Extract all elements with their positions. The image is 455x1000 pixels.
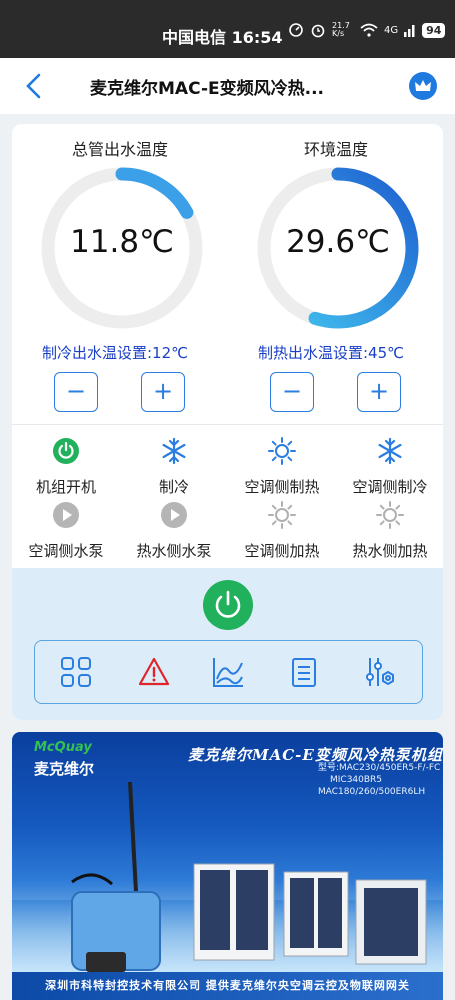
status-label: 热水侧水泵 — [136, 542, 212, 560]
grid-icon[interactable] — [59, 655, 93, 689]
chart-icon[interactable] — [211, 655, 245, 689]
settings-sliders-icon[interactable] — [363, 655, 397, 689]
play-icon — [161, 502, 187, 528]
alarm-clock-icon — [311, 24, 325, 38]
banner-models: 型号:MAC230/450ER5-F/-FC MIC340BR5 MAC180/… — [318, 762, 440, 798]
status-ac-heating: 空调侧制热 — [227, 436, 337, 497]
sun-icon — [376, 501, 404, 529]
banner-footer: 深圳市科特封控技术有限公司 提供麦克维尔央空调云控及物联网网关 — [12, 972, 443, 1000]
status-unit-on: 机组开机 — [12, 436, 121, 497]
sun-icon — [268, 437, 296, 465]
status-icons: 21.7 K/s 4G 94 — [288, 21, 446, 38]
status-label: 机组开机 — [35, 478, 96, 496]
cooling-decrease-button[interactable]: − — [54, 372, 98, 412]
brand-logo-en: McQuay — [34, 740, 92, 755]
power-icon — [215, 590, 241, 618]
function-toolbar — [34, 640, 423, 704]
wifi-icon — [360, 23, 378, 37]
status-label: 空调侧制热 — [244, 478, 320, 496]
model-line: 型号:MAC230/450ER5-F/-FC — [318, 763, 441, 773]
status-ac-pump: 空调侧水泵 — [12, 500, 121, 561]
status-label: 空调侧水泵 — [28, 542, 104, 560]
warning-icon[interactable] — [137, 655, 171, 689]
battery-indicator: 94 — [422, 22, 446, 38]
gauge-value-ambient-temp: 29.6℃ — [286, 224, 390, 260]
vip-crown-button[interactable] — [409, 72, 437, 100]
play-icon — [53, 502, 79, 528]
status-hotwater-pump: 热水侧水泵 — [119, 500, 229, 561]
status-label: 空调侧加热 — [244, 542, 320, 560]
status-label: 制冷 — [158, 478, 189, 496]
model-line: MAC180/260/500ER6LH — [318, 787, 426, 797]
crown-icon — [415, 80, 431, 91]
status-label: 空调侧制冷 — [352, 478, 428, 496]
power-on-icon — [53, 438, 79, 464]
speed-icon — [289, 23, 303, 37]
chiller-units-illustration — [193, 863, 427, 965]
heating-decrease-button[interactable]: − — [270, 372, 314, 412]
nav-bar: 麦克维尔MAC-E变频风冷热... — [0, 58, 455, 114]
status-label: 热水侧加热 — [352, 542, 428, 560]
status-cooling: 制冷 — [119, 436, 229, 497]
gauge-value-outlet-temp: 11.8℃ — [70, 224, 174, 260]
gateway-device-illustration — [71, 781, 161, 972]
heating-increase-button[interactable]: + — [357, 372, 401, 412]
back-arrow-icon[interactable] — [22, 72, 46, 100]
status-ac-heater: 空调侧加热 — [227, 500, 337, 561]
cooling-setpoint-label: 制冷出水温设置:12℃ — [42, 344, 188, 362]
status-bar: 中国电信 16:54 21.7 K/s 4G 94 — [0, 0, 455, 58]
page-title: 麦克维尔MAC-E变频风冷热... — [90, 79, 324, 99]
cooling-increase-button[interactable]: + — [141, 372, 185, 412]
list-icon[interactable] — [287, 655, 321, 689]
divider — [12, 424, 443, 425]
gauge-title-ambient-temp: 环境温度 — [303, 140, 368, 159]
control-area — [12, 568, 443, 720]
status-ac-cooling: 空调侧制冷 — [335, 436, 443, 497]
main-panel: 总管出水温度 11.8℃ 环境温度 29.6℃ 制冷出水温设置:12℃ 制热出水… — [12, 124, 443, 720]
snowflake-icon — [162, 437, 186, 465]
power-button[interactable] — [203, 580, 253, 630]
net-speed: 21.7 K/s — [332, 21, 350, 38]
snowflake-icon — [378, 437, 402, 465]
model-line: MIC340BR5 — [330, 775, 383, 785]
gauge-title-outlet-temp: 总管出水温度 — [71, 140, 168, 159]
product-banner[interactable]: McQuay 麦克维尔 麦克维尔MAC-E变频风冷热泵机组 型号:MAC230/… — [12, 732, 443, 1000]
status-hotwater-heater: 热水侧加热 — [335, 500, 443, 561]
carrier-time: 中国电信 16:54 — [162, 28, 283, 47]
heating-setpoint-label: 制热出水温设置:45℃ — [258, 344, 404, 362]
network-type: 4G — [384, 24, 399, 36]
sun-icon — [268, 501, 296, 529]
signal-icon — [404, 25, 415, 37]
